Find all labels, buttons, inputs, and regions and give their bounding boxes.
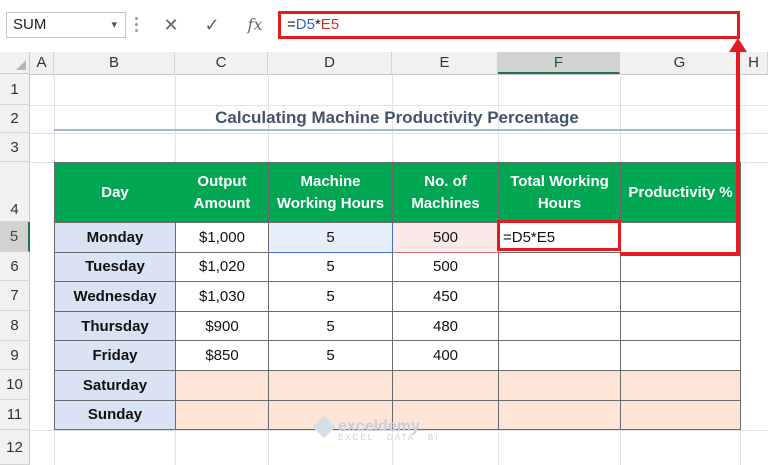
column-header-f[interactable]: F bbox=[498, 52, 620, 74]
table-row: Saturday bbox=[54, 369, 741, 401]
cell-machines[interactable]: 480 bbox=[392, 310, 499, 342]
cell-day[interactable]: Tuesday bbox=[54, 251, 176, 283]
cell-productivity[interactable] bbox=[620, 399, 741, 431]
cell-output[interactable]: $1,000 bbox=[175, 222, 269, 253]
productivity-table: Day Output Amount Machine Working Hours … bbox=[54, 162, 741, 431]
cell-output[interactable] bbox=[175, 399, 269, 431]
row-header-1[interactable]: 1 bbox=[0, 74, 30, 105]
active-cell-highlight bbox=[497, 220, 621, 251]
column-header-c[interactable]: C bbox=[175, 52, 268, 74]
cell-total-hours[interactable] bbox=[498, 281, 621, 312]
column-header-d[interactable]: D bbox=[268, 52, 392, 74]
cell-productivity[interactable] bbox=[620, 251, 741, 283]
column-header-a[interactable]: A bbox=[30, 52, 54, 74]
cell-output[interactable] bbox=[175, 369, 269, 401]
cell-day[interactable]: Saturday bbox=[54, 369, 176, 401]
cell-total-hours[interactable] bbox=[498, 399, 621, 431]
cell-day[interactable]: Sunday bbox=[54, 399, 176, 431]
cell-machines[interactable]: 500 bbox=[392, 222, 499, 253]
cell-day[interactable]: Friday bbox=[54, 340, 176, 371]
formula-input[interactable]: =D5*E5 bbox=[278, 11, 740, 39]
cell-day[interactable]: Monday bbox=[54, 222, 176, 253]
annotation-arrow-vertical bbox=[736, 44, 740, 256]
cell-total-hours[interactable] bbox=[498, 340, 621, 371]
row-header-4[interactable]: 4 bbox=[0, 162, 30, 222]
cell-productivity[interactable] bbox=[620, 369, 741, 401]
exceldemy-logo-icon bbox=[312, 415, 336, 439]
cell-output[interactable]: $1,030 bbox=[175, 281, 269, 312]
insert-function-icon[interactable]: fx bbox=[240, 12, 270, 38]
row-header-8[interactable]: 8 bbox=[0, 311, 30, 341]
cell-day[interactable]: Thursday bbox=[54, 310, 176, 342]
cell-output[interactable]: $1,020 bbox=[175, 251, 269, 283]
cell-machines[interactable]: 450 bbox=[392, 281, 499, 312]
row-header-5[interactable]: 5 bbox=[0, 222, 30, 252]
cell-output[interactable]: $900 bbox=[175, 310, 269, 342]
arrow-up-icon bbox=[729, 38, 747, 52]
row-header-3[interactable]: 3 bbox=[0, 133, 30, 162]
table-header-row: Day Output Amount Machine Working Hours … bbox=[54, 162, 741, 223]
sheet-title[interactable]: Calculating Machine Productivity Percent… bbox=[54, 105, 740, 131]
cell-productivity[interactable] bbox=[620, 222, 741, 253]
cell-output[interactable]: $850 bbox=[175, 340, 269, 371]
watermark: exceldemy EXCEL · DATA · BI bbox=[312, 415, 440, 442]
header-machine-working-hours[interactable]: Machine Working Hours bbox=[268, 162, 393, 223]
column-header-b[interactable]: B bbox=[54, 52, 175, 74]
cell-productivity[interactable] bbox=[620, 310, 741, 342]
row-header-2[interactable]: 2 bbox=[0, 105, 30, 133]
enter-icon[interactable]: ✓ bbox=[197, 12, 227, 38]
column-header-h[interactable]: H bbox=[740, 52, 768, 74]
table-row: Tuesday $1,020 5 500 bbox=[54, 251, 741, 283]
header-total-working-hours[interactable]: Total Working Hours bbox=[498, 162, 621, 223]
select-all-icon bbox=[16, 60, 26, 70]
table-row: Wednesday $1,030 5 450 bbox=[54, 281, 741, 312]
annotation-arrow-horizontal bbox=[620, 252, 740, 256]
cell-hours[interactable]: 5 bbox=[268, 222, 393, 253]
formula-ref-e5: E5 bbox=[320, 16, 340, 33]
row-header-12[interactable]: 12 bbox=[0, 430, 30, 465]
cell-machines[interactable]: 400 bbox=[392, 340, 499, 371]
row-header-11[interactable]: 11 bbox=[0, 400, 30, 430]
row-header-9[interactable]: 9 bbox=[0, 341, 30, 370]
table-row: Friday $850 5 400 bbox=[54, 340, 741, 371]
row-header-6[interactable]: 6 bbox=[0, 252, 30, 281]
formula-bar-area: SUM ▾ ✕ ✓ fx =D5*E5 bbox=[0, 0, 768, 46]
cell-productivity[interactable] bbox=[620, 281, 741, 312]
grip-dots-icon bbox=[134, 14, 140, 36]
column-header-e[interactable]: E bbox=[392, 52, 498, 74]
cell-total-hours[interactable] bbox=[498, 369, 621, 401]
cell-day[interactable]: Wednesday bbox=[54, 281, 176, 312]
cell-hours[interactable]: 5 bbox=[268, 281, 393, 312]
cell-hours[interactable]: 5 bbox=[268, 310, 393, 342]
cell-hours[interactable]: 5 bbox=[268, 340, 393, 371]
formula-ref-d5: D5 bbox=[295, 16, 315, 33]
cell-hours[interactable]: 5 bbox=[268, 251, 393, 283]
cell-total-hours[interactable] bbox=[498, 251, 621, 283]
header-day[interactable]: Day bbox=[54, 162, 176, 223]
header-productivity[interactable]: Productivity % bbox=[620, 162, 741, 223]
cell-machines[interactable] bbox=[392, 369, 499, 401]
cell-machines[interactable]: 500 bbox=[392, 251, 499, 283]
cancel-icon[interactable]: ✕ bbox=[156, 12, 186, 38]
row-header-7[interactable]: 7 bbox=[0, 281, 30, 311]
header-output-amount[interactable]: Output Amount bbox=[175, 162, 269, 223]
cell-productivity[interactable] bbox=[620, 340, 741, 371]
table-row: Monday $1,000 5 500 =D5*E5 bbox=[54, 222, 741, 253]
chevron-down-icon[interactable]: ▾ bbox=[111, 13, 117, 37]
cell-total-hours[interactable] bbox=[498, 310, 621, 342]
header-no-of-machines[interactable]: No. of Machines bbox=[392, 162, 499, 223]
cell-hours[interactable] bbox=[268, 369, 393, 401]
select-all-button[interactable] bbox=[0, 52, 30, 74]
name-box-value: SUM bbox=[13, 16, 47, 33]
watermark-tagline: EXCEL · DATA · BI bbox=[338, 433, 440, 442]
column-header-g[interactable]: G bbox=[620, 52, 740, 74]
formula-prefix: = bbox=[287, 16, 296, 33]
name-box[interactable]: SUM ▾ bbox=[6, 12, 126, 38]
table-row: Thursday $900 5 480 bbox=[54, 310, 741, 342]
row-header-10[interactable]: 10 bbox=[0, 370, 30, 400]
